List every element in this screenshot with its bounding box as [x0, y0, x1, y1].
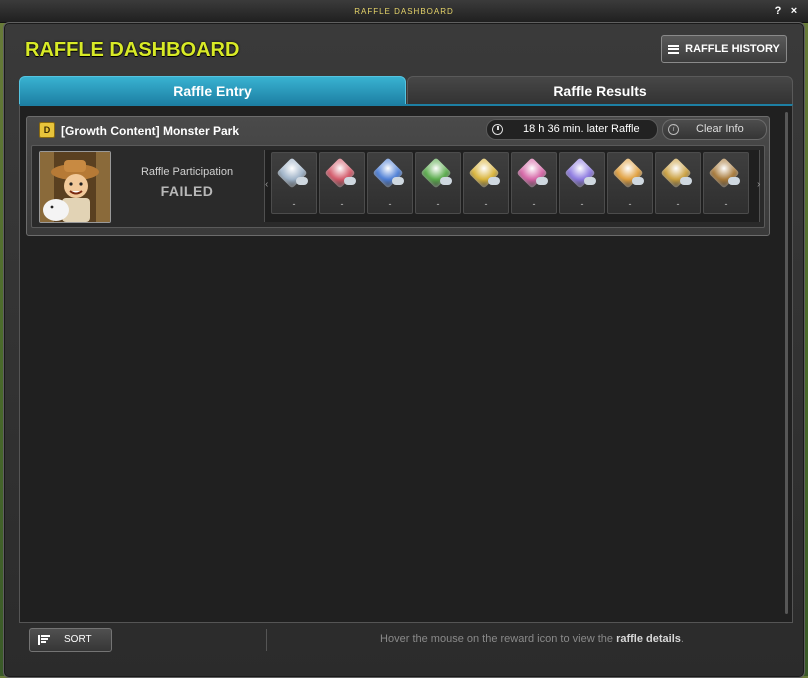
reward-slot[interactable]: -: [367, 152, 413, 214]
reward-slot[interactable]: -: [703, 152, 749, 214]
raffle-list-panel: D [Growth Content] Monster Park 18 h 36 …: [19, 104, 793, 623]
difficulty-badge: D: [39, 122, 55, 138]
reward-quantity: -: [580, 199, 584, 209]
reward-quantity: -: [340, 199, 344, 209]
reward-quantity: -: [484, 199, 488, 209]
monster-park-portrait: [39, 151, 111, 223]
cloud-icon: [632, 177, 644, 185]
close-button[interactable]: ×: [788, 5, 800, 17]
raffle-timer-text: 18 h 36 min. later Raffle: [523, 123, 640, 135]
reward-quantity: -: [292, 199, 296, 209]
reward-slot[interactable]: -: [319, 152, 365, 214]
tab-bar: Raffle Entry Raffle Results: [19, 76, 793, 106]
raffle-dashboard-window: RAFFLE DASHBOARD RAFFLE HISTORY Raffle E…: [3, 22, 805, 678]
reward-quantity: -: [724, 199, 728, 209]
cloud-icon: [728, 177, 740, 185]
sort-icon: [38, 635, 50, 645]
reward-list: ‹ › ----------: [264, 150, 760, 222]
cloud-icon: [392, 177, 404, 185]
help-button[interactable]: ?: [772, 5, 784, 17]
reward-quantity: -: [388, 199, 392, 209]
window-title: RAFFLE DASHBOARD: [354, 7, 454, 16]
hint-bold: raffle details: [616, 633, 681, 645]
scroll-right-arrow-icon[interactable]: ›: [757, 178, 763, 192]
raffle-history-button[interactable]: RAFFLE HISTORY: [661, 35, 787, 63]
tab-raffle-entry[interactable]: Raffle Entry: [19, 76, 406, 106]
reward-quantity: -: [436, 199, 440, 209]
cloud-icon: [440, 177, 452, 185]
reward-slot[interactable]: -: [511, 152, 557, 214]
raffle-timer: 18 h 36 min. later Raffle: [486, 119, 658, 140]
clock-icon: [492, 124, 503, 135]
tab-raffle-results[interactable]: Raffle Results: [407, 76, 793, 106]
cloud-icon: [584, 177, 596, 185]
scrollbar[interactable]: [785, 112, 788, 614]
clear-info-button[interactable]: i Clear Info: [662, 119, 767, 140]
reward-slot[interactable]: -: [415, 152, 461, 214]
reward-quantity: -: [532, 199, 536, 209]
raffle-history-label: RAFFLE HISTORY: [685, 43, 780, 55]
reward-slot[interactable]: -: [607, 152, 653, 214]
reward-slot[interactable]: -: [271, 152, 317, 214]
reward-slot[interactable]: -: [655, 152, 701, 214]
raffle-card-body: Raffle Participation FAILED ‹ › --------…: [31, 145, 765, 228]
reward-quantity: -: [676, 199, 680, 209]
raffle-card: D [Growth Content] Monster Park 18 h 36 …: [26, 116, 770, 236]
hint-prefix: Hover the mouse on the reward icon to vi…: [380, 633, 614, 645]
cloud-icon: [344, 177, 356, 185]
clear-info-label: Clear Info: [696, 123, 744, 135]
footer-divider: [266, 629, 267, 651]
page-title: RAFFLE DASHBOARD: [25, 39, 240, 61]
cloud-icon: [488, 177, 500, 185]
cloud-icon: [536, 177, 548, 185]
participation-status: Raffle Participation FAILED: [122, 166, 252, 199]
window-titlebar: RAFFLE DASHBOARD ? ×: [0, 0, 808, 23]
sort-label: SORT: [64, 634, 92, 645]
reward-quantity: -: [628, 199, 632, 209]
cloud-icon: [680, 177, 692, 185]
menu-icon: [668, 44, 680, 54]
cloud-icon: [296, 177, 308, 185]
hint-suffix: .: [680, 633, 684, 645]
footer-hint: Hover the mouse on the reward icon to vi…: [270, 633, 794, 645]
sort-button[interactable]: SORT: [29, 628, 112, 652]
reward-slot[interactable]: -: [559, 152, 605, 214]
reward-slot[interactable]: -: [463, 152, 509, 214]
participation-label: Raffle Participation: [140, 166, 234, 178]
participation-result: FAILED: [160, 183, 214, 199]
raffle-title: [Growth Content] Monster Park: [61, 124, 240, 138]
info-icon: i: [668, 124, 679, 135]
